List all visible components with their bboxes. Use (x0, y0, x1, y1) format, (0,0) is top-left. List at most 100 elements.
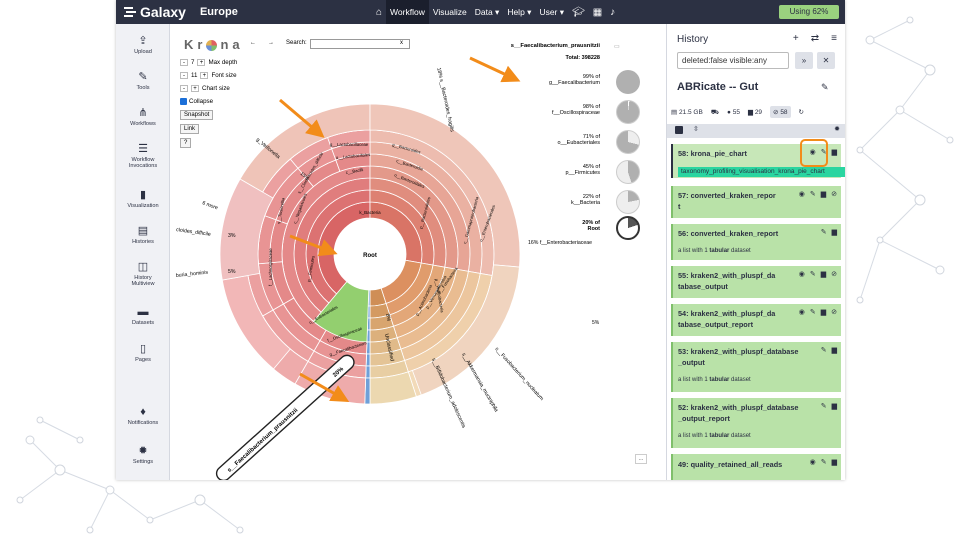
activity-label: Datasets (131, 320, 155, 326)
trash-icon[interactable]: ▆ (821, 270, 826, 278)
advanced-filter-toggle-icon[interactable]: » (795, 52, 813, 69)
history-options-icon[interactable]: ≡ (831, 33, 837, 44)
refresh-icon[interactable]: ↻ (799, 108, 804, 116)
activity-histories[interactable]: ▤ Histories (116, 224, 170, 245)
history-item[interactable]: 49: quality_retained_all_reads ◉ ✎ ▆ (671, 454, 841, 480)
history-item-subtitle: a list with 1 tabular dataset (678, 248, 751, 254)
history-item-title-cont: t (678, 202, 681, 211)
deleted-count[interactable]: ▆ 29 (748, 108, 762, 116)
krona-sunburst-chart[interactable]: Root k_Bacteria 16% f__Enterobacteriacea… (170, 24, 653, 480)
history-item-title: 56: converted_kraken_report (678, 229, 779, 238)
nav-user[interactable]: User ▾ (535, 0, 568, 24)
history-size-value: 21.5 GB (678, 109, 703, 116)
shown-count-value: 55 (732, 108, 740, 116)
home-icon[interactable]: ⌂ (372, 0, 386, 24)
history-panel: History + ⇄ ≡ » ✕ ABRicate -- Gut ✎ ▤ 21… (666, 24, 845, 480)
pencil-icon[interactable]: ✎ (821, 402, 827, 410)
history-item-title-cont: _output_report (678, 414, 730, 423)
clear-filter-icon[interactable]: ✕ (817, 52, 835, 69)
eye-icon[interactable]: ◉ (799, 190, 805, 198)
subtitle-text: dataset (729, 248, 751, 254)
trash-icon[interactable]: ▆ (832, 402, 837, 410)
history-selection-bar: ⇳ ✹ (667, 124, 845, 138)
activity-workflows[interactable]: ⋔ Workflows (116, 106, 170, 127)
pencil-icon[interactable]: ✎ (821, 346, 827, 354)
folder-icon: ▬ (137, 306, 149, 318)
root-label: Root (363, 253, 377, 259)
trash-icon[interactable]: ▆ (832, 346, 837, 354)
activity-visualization[interactable]: ▮ Visualization (116, 188, 170, 209)
pencil-icon[interactable]: ✎ (810, 190, 816, 198)
quota-usage-badge[interactable]: Using 62% (779, 5, 839, 19)
unhide-icon[interactable]: ⊘ (831, 270, 837, 278)
activity-label: Upload (134, 49, 152, 55)
history-gear-icon[interactable]: ✹ (834, 125, 840, 133)
nav-data[interactable]: Data ▾ (471, 0, 504, 24)
history-item-icons: ◉ ✎ ▆ ⊘ (799, 190, 837, 198)
hidden-count[interactable]: ⊘ 58 (770, 106, 791, 118)
history-item[interactable]: 53: kraken2_with_pluspf_database _output… (671, 342, 841, 392)
clostridioides-difficile-label: cloides_difficile (176, 227, 211, 238)
history-item-title-cont: tabase_output (678, 282, 728, 291)
pencil-icon[interactable]: ✎ (810, 270, 816, 278)
krona-viewer: Kr na ← → Search: x -7 + Max depth -11 + Font… (170, 24, 653, 480)
activity-notifications[interactable]: ♦ Notifications (116, 406, 170, 426)
history-item[interactable]: 56: converted_kraken_report a list with … (671, 224, 841, 260)
graduation-cap-icon[interactable]: 🎓︎ (568, 0, 589, 24)
eye-icon[interactable]: ◉ (799, 308, 805, 316)
pencil-icon[interactable]: ✎ (821, 228, 827, 236)
brand-subtitle: Europe (199, 6, 238, 18)
activity-pages[interactable]: ▯ Pages (116, 342, 170, 363)
collapse-items-icon[interactable]: ⇳ (693, 125, 699, 133)
history-item[interactable]: 52: kraken2_with_pluspf_database _output… (671, 398, 841, 448)
nav-workflow[interactable]: Workflow (386, 0, 429, 24)
create-history-icon[interactable]: + (793, 33, 799, 44)
subtitle-text: dataset (729, 377, 751, 383)
activity-workflow-invocations[interactable]: ☰ Workflow Invocations (116, 142, 170, 169)
galaxy-logo[interactable]: Galaxy Europe (124, 4, 238, 20)
history-name[interactable]: ABRicate -- Gut (677, 81, 758, 93)
history-item[interactable]: 55: kraken2_with_pluspf_da tabase_output… (671, 266, 841, 298)
trash-icon[interactable]: ▆ (832, 458, 837, 466)
activity-label: Settings (132, 459, 154, 465)
select-all-checkbox[interactable] (675, 126, 683, 134)
activity-label: Workflow Invocations (128, 157, 158, 169)
history-size[interactable]: ▤ 21.5 GB (671, 108, 703, 116)
bell-icon[interactable]: ♪ (606, 0, 619, 24)
activity-datasets[interactable]: ▬ Datasets (116, 306, 170, 326)
nav-help[interactable]: Help ▾ (503, 0, 535, 24)
history-item[interactable]: 57: converted_kraken_repor t ◉ ✎ ▆ ⊘ (671, 186, 841, 218)
switch-history-icon[interactable]: ⇄ (811, 33, 819, 44)
trash-icon[interactable]: ▆ (832, 148, 837, 156)
nav-visualize[interactable]: Visualize (429, 0, 471, 24)
wrench-icon: ✎ (138, 71, 148, 83)
history-item-tag[interactable]: taxonomy_profiling_visualisation_krona_p… (678, 167, 845, 177)
history-filter-input[interactable] (677, 52, 789, 69)
unhide-icon[interactable]: ⊘ (831, 308, 837, 316)
history-item-title-cont: tabase_output_report (678, 320, 754, 329)
brand-name: Galaxy (140, 4, 186, 20)
trash-icon[interactable]: ▆ (821, 308, 826, 316)
eye-icon[interactable]: ◉ (810, 458, 816, 466)
activity-settings[interactable]: ✹ Settings (116, 444, 170, 465)
lachnospiraceae-label: f__Lachnospiraceae (268, 248, 273, 286)
unhide-icon[interactable]: ⊘ (831, 190, 837, 198)
pencil-icon[interactable]: ✎ (810, 308, 816, 316)
eye-icon[interactable]: ◉ (799, 270, 805, 278)
file-icon: ▯ (139, 343, 147, 355)
trash-icon[interactable]: ▆ (821, 190, 826, 198)
pencil-icon[interactable]: ✎ (821, 458, 827, 466)
activity-upload[interactable]: ⇪ Upload (116, 34, 170, 55)
edit-history-icon[interactable]: ✎ (821, 82, 829, 93)
apps-grid-icon[interactable]: ▦ (589, 0, 606, 24)
activity-tools[interactable]: ✎ Tools (116, 70, 170, 91)
subtitle-text: a list with 1 (678, 433, 710, 439)
masthead: Galaxy Europe ⌂ Workflow Visualize Data … (116, 0, 845, 24)
history-storage-icon[interactable]: ⛟ (711, 108, 719, 117)
history-item[interactable]: 54: kraken2_with_pluspf_da tabase_output… (671, 304, 841, 336)
history-stats: ▤ 21.5 GB ⛟ ● 55 ▆ 29 ⊘ 58 ↻ (671, 106, 843, 118)
shown-count[interactable]: ● 55 (727, 109, 740, 116)
sitemap-icon: ⋔ (138, 107, 148, 119)
activity-history-multiview[interactable]: ◫ History Multiview (116, 260, 170, 287)
trash-icon[interactable]: ▆ (832, 228, 837, 236)
